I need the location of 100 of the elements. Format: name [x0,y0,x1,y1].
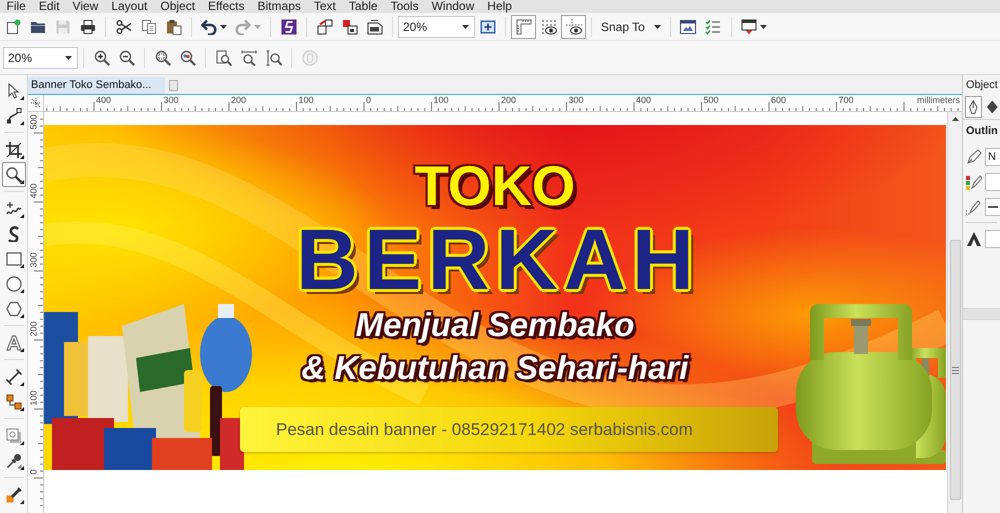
zoom-tool[interactable] [2,162,26,187]
ruler-label: 100 [30,389,38,405]
connector-icon [6,394,22,410]
caret-down-icon [760,24,767,28]
ruler-label: 100 [434,96,449,105]
store-name-text: BERKAH [295,217,700,303]
ruler-label: 200 [30,320,38,336]
menu-item[interactable]: Help [480,0,518,13]
zoom-in-icon [94,50,110,66]
caret-down-icon [254,24,261,28]
ruler-label: 0 [30,468,38,474]
boxes-square-icon [342,18,358,34]
ruler-label: 200 [231,96,246,105]
zoom-level-field[interactable]: 20% [398,16,475,38]
fill-pen-icon [6,486,22,502]
magnifier-shapes-icon [180,50,196,66]
s-curve-icon [6,226,22,242]
shadow-square-icon [6,428,22,444]
menu-item[interactable]: Effects [202,0,252,13]
origin-crosshair-icon [30,98,40,108]
menu-item[interactable]: Text [307,0,342,13]
line-style-field[interactable] [985,198,1000,216]
contact-text: Pesan desain banner - 085292171402 serbabisnis.com [276,418,693,441]
letter-a-icon [6,334,22,350]
menu-item[interactable]: View [66,0,105,13]
docker-tab[interactable] [965,96,982,118]
ruler-label: 300 [30,251,38,267]
menu-item[interactable]: Bitmaps [251,0,308,13]
caret-down-icon [220,24,227,28]
text-field[interactable]: N [985,148,1000,166]
menu-item[interactable]: File [0,0,32,13]
ruler-label: 400 [30,182,38,198]
menu-item[interactable]: Object [154,0,202,13]
scrollbar-thumb[interactable] [950,240,960,500]
tagline-text: Menjual Sembako [356,308,634,341]
circle-icon [6,276,22,292]
width-magnifier-icon [240,50,256,66]
squiggle-plus-icon [6,200,22,216]
document-icon [366,18,382,34]
ruler-label: 300 [164,96,179,105]
crop-icon [6,142,22,158]
zoom-level-field[interactable]: 20% [3,46,78,68]
magnifier-icon [6,166,22,182]
ruler-label: 400 [96,96,112,105]
peak-icon [966,231,982,247]
snap-to-dropdown[interactable]: Snap To [597,14,665,38]
menu-item[interactable]: Layout [104,0,154,13]
height-magnifier-icon [266,50,282,66]
rulers-toggle[interactable] [511,14,536,38]
guidelines-toggle[interactable] [561,14,586,38]
ruler-label: 0 [366,96,372,105]
window-image-icon [680,18,696,34]
caret-up-icon [952,117,958,121]
diamond-icon [984,99,999,115]
screen-crosshair-icon [480,18,496,34]
magnifier-dotted-square-icon [154,50,170,66]
menu-item[interactable]: Window [425,0,481,13]
menu-item[interactable]: Tools [384,0,426,13]
pen-icon [966,149,982,165]
menu-item[interactable]: Table [342,0,384,13]
pen-dotted-icon [966,199,982,215]
document-tab[interactable]: Banner Toko Sembako... [28,77,165,94]
input-field[interactable] [985,230,1000,248]
ruler-label: 500 [30,113,38,129]
ruler-label: 500 [704,96,719,105]
printer-icon [80,18,96,34]
hexagon-icon [6,300,22,316]
guides-eye-icon [566,18,582,34]
grid-eye-icon [540,18,556,34]
ruler-unit-label: millimeters [916,96,960,105]
caret-down-icon [654,24,661,28]
redo-arrow-icon [235,18,251,34]
eyedropper-icon [6,452,22,468]
checklist-icon [705,18,722,34]
monitor-arrow-icon [740,18,757,34]
tagline-text: & Kebutuhan Sehari-hari [302,351,688,384]
caret-down-icon [65,56,72,60]
color-field[interactable] [985,173,1000,191]
ruler-label: 700 [838,96,854,105]
grip-icon [952,366,958,374]
ruler-label: 600 [771,96,786,105]
zigzag-tile-icon [280,18,296,34]
boxes-arrow-icon [316,18,332,34]
ruler-label: 200 [501,96,516,105]
ruler-corner-icon [516,18,532,34]
clipboard-icon [166,18,182,34]
ring-icon [302,50,318,66]
menu-item[interactable]: Edit [32,0,66,13]
node-curve-icon [6,108,22,124]
zoom-out-icon [118,50,134,66]
pen-swatches-icon [966,174,982,190]
rectangle-icon [6,250,22,266]
ruler-label: 300 [568,96,584,105]
arrow-pointer-icon [6,82,22,98]
section-heading: Outlin [965,124,999,138]
store-name-text: TOKO [414,158,576,214]
ruler-label: 100 [298,96,314,105]
dimension-line-icon [6,368,22,384]
ruler-label: 400 [636,96,652,105]
page-magnifier-icon [216,50,232,66]
